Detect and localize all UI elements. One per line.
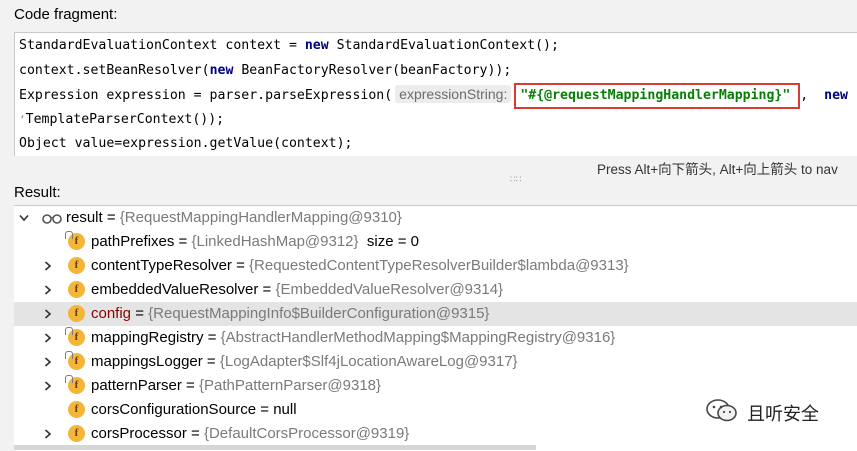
tree-row-pathPrefixes[interactable]: f pathPrefixes = {LinkedHashMap@9312} si… [14, 230, 857, 254]
chevron-right-icon[interactable] [43, 326, 53, 350]
field-icon: f [68, 281, 85, 298]
code-fragment-label: Code fragment: [14, 6, 118, 23]
tree-row-text: corsConfigurationSource = null [91, 401, 297, 418]
field-icon: f [65, 375, 85, 394]
tree-row-text: result = {RequestMappingHandlerMapping@9… [66, 209, 402, 226]
tree-row-mappingRegistry[interactable]: f mappingRegistry = {AbstractHandlerMeth… [14, 326, 857, 350]
chevron-right-icon[interactable] [43, 278, 53, 302]
tree-row-mappingsLogger[interactable]: f mappingsLogger = {LogAdapter$Slf4jLoca… [14, 350, 857, 374]
horizontal-scrollbar[interactable] [14, 445, 536, 450]
code-line-1: StandardEvaluationContext context = new … [19, 38, 559, 53]
tree-row-text: config = {RequestMappingInfo$BuilderConf… [91, 305, 490, 322]
chevron-right-icon[interactable] [43, 302, 53, 326]
field-icon: f [65, 351, 85, 370]
chevron-right-icon[interactable] [43, 374, 53, 398]
tree-row-text: contentTypeResolver = {RequestedContentT… [91, 257, 629, 274]
tree-row-contentTypeResolver[interactable]: f contentTypeResolver = {RequestedConten… [14, 254, 857, 278]
field-icon: f [68, 257, 85, 274]
tree-row-text: patternParser = {PathPatternParser@9318} [91, 377, 382, 394]
field-icon: f [68, 425, 85, 442]
navigation-hint-bar: Press Alt+向下箭头, Alt+向上箭头 to nav [0, 156, 857, 177]
splitter-handle[interactable]: ∷∷ [510, 175, 530, 184]
chevron-right-icon[interactable] [43, 422, 53, 446]
watermark: 且听安全 [705, 398, 819, 428]
highlighted-expression-string: "#{@requestMappingHandlerMapping}" [514, 83, 801, 109]
tree-row-text: embeddedValueResolver = {EmbeddedValueRe… [91, 281, 504, 298]
watermark-text: 且听安全 [747, 404, 819, 425]
code-line-5: Object value=expression.getValue(context… [19, 136, 353, 151]
tree-row-result[interactable]: result = {RequestMappingHandlerMapping@9… [14, 206, 857, 230]
field-icon: f [68, 401, 85, 418]
tree-row-text: mappingsLogger = {LogAdapter$Slf4jLocati… [91, 353, 518, 370]
code-fragment-editor[interactable]: StandardEvaluationContext context = new … [14, 32, 857, 158]
field-icon: f [68, 305, 85, 322]
chevron-right-icon[interactable] [43, 254, 53, 278]
code-line-3: Expression expression = parser.parseExpr… [19, 83, 848, 109]
field-icon: f [65, 327, 85, 346]
tree-row-text: pathPrefixes = {LinkedHashMap@9312} size… [91, 233, 419, 250]
chevron-right-icon[interactable] [43, 350, 53, 374]
code-line-2: context.setBeanResolver(new BeanFactoryR… [19, 63, 512, 78]
result-label: Result: [14, 184, 61, 201]
navigation-hint: Press Alt+向下箭头, Alt+向上箭头 to nav [597, 162, 838, 177]
tree-row-text: mappingRegistry = {AbstractHandlerMethod… [91, 329, 616, 346]
parameter-hint: expressionString: [395, 85, 512, 103]
tree-row-config[interactable]: f config = {RequestMappingInfo$BuilderCo… [14, 302, 857, 326]
wrap-indent-icon: ‘ [19, 113, 26, 126]
tree-row-patternParser[interactable]: f patternParser = {PathPatternParser@931… [14, 374, 857, 398]
chevron-down-icon[interactable] [19, 206, 29, 230]
code-line-4: ‘TemplateParserContext()); [19, 112, 225, 127]
wechat-icon [705, 398, 739, 429]
field-icon: f [65, 231, 85, 250]
tree-row-embeddedValueResolver[interactable]: f embeddedValueResolver = {EmbeddedValue… [14, 278, 857, 302]
tree-row-text: corsProcessor = {DefaultCorsProcessor@93… [91, 425, 410, 442]
